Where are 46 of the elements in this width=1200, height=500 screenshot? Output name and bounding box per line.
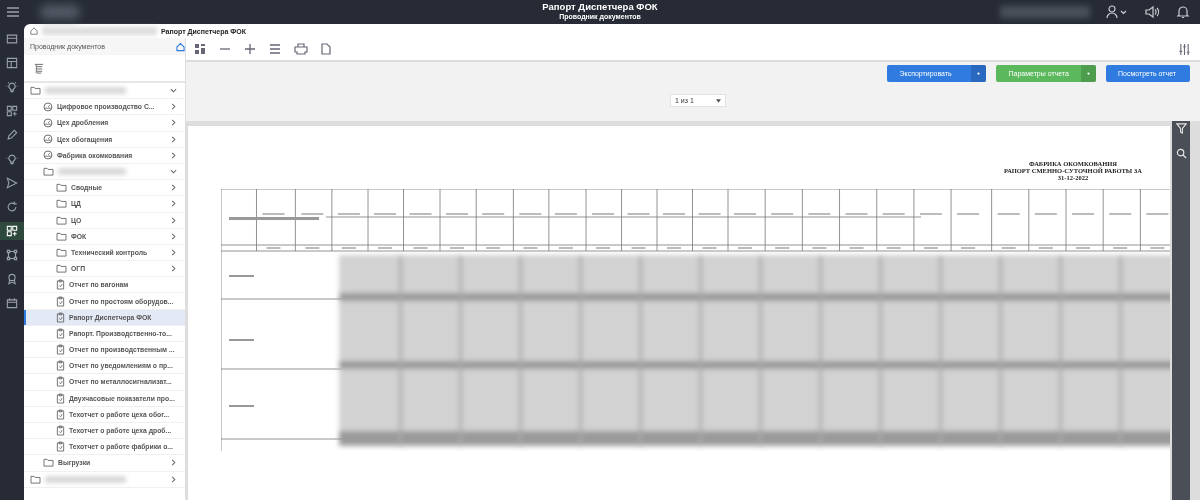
menu-icon[interactable] [6, 6, 20, 18]
gauge-icon [43, 117, 53, 128]
blurred-logo [40, 5, 80, 19]
clipboard-icon [56, 344, 65, 356]
clipboard-icon [56, 376, 65, 388]
dropdown-dot-icon [1087, 72, 1090, 75]
folder-icon [56, 215, 67, 225]
plus-icon[interactable] [244, 43, 256, 55]
folder-icon [56, 183, 67, 193]
tree-list-icon[interactable] [34, 62, 45, 74]
gauge-icon [43, 150, 53, 161]
clipboard-icon [56, 279, 65, 291]
folder-icon [43, 458, 54, 468]
clipboard-icon [56, 441, 65, 453]
window-title: Рапорт Диспетчера ФОК [542, 1, 658, 12]
folder-icon [30, 474, 41, 484]
clipboard-icon [56, 311, 65, 323]
clipboard-icon [56, 360, 65, 372]
folder-icon [30, 86, 41, 96]
gauge-icon [43, 134, 53, 145]
home-tab-icon[interactable] [176, 41, 185, 52]
sliders-icon[interactable] [1179, 42, 1190, 56]
folder-icon [56, 264, 67, 274]
print-icon[interactable] [294, 43, 308, 55]
grid-icon[interactable] [0, 222, 24, 240]
caret-icon [716, 98, 721, 103]
clipboard-icon [56, 295, 65, 307]
folder-icon [43, 167, 54, 177]
search-icon[interactable] [1175, 148, 1187, 159]
clipboard-icon [56, 408, 65, 420]
dropdown-dot-icon [977, 72, 981, 75]
clipboard-icon [56, 425, 65, 437]
clipboard-icon [56, 327, 65, 339]
speaker-icon[interactable] [1144, 5, 1160, 19]
folder-icon [56, 247, 67, 257]
file-icon[interactable] [321, 43, 331, 55]
list-icon[interactable] [269, 43, 281, 55]
filter-icon[interactable] [1175, 123, 1187, 134]
folder-icon [56, 231, 67, 241]
home-icon[interactable] [30, 27, 38, 35]
user-icon[interactable] [1106, 5, 1128, 19]
gauge-icon [43, 101, 53, 112]
folder-icon [56, 199, 67, 209]
clipboard-icon [56, 392, 65, 404]
bell-icon[interactable] [1176, 5, 1190, 19]
grid-icon[interactable] [194, 43, 206, 55]
